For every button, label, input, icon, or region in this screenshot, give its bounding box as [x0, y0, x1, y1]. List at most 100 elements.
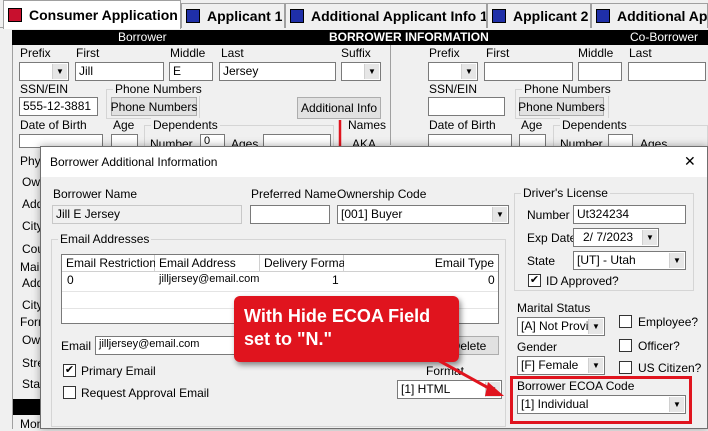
ssn-label: SSN/EIN — [20, 82, 69, 96]
dob-label: Date of Birth — [20, 118, 87, 132]
last-name-label: Last — [221, 46, 244, 60]
dl-state-select[interactable]: [UT] - Utah ▼ — [573, 251, 686, 270]
row-divider — [62, 291, 498, 292]
cob-last-name-label: Last — [629, 46, 652, 60]
middle-name-label: Middle — [170, 46, 206, 60]
email-group-label: Email Addresses — [58, 232, 152, 246]
email-type-cell: 0 — [488, 273, 495, 287]
email-column-header[interactable]: Email Restriction — [62, 255, 156, 272]
tab-label: Additional Applicant Info 1 — [311, 8, 487, 24]
phone-numbers-button[interactable]: Phone Numbers — [111, 97, 197, 116]
cob-middle-name-label: Middle — [578, 46, 614, 60]
dialog-title-bar: Borrower Additional Information ✕ — [41, 147, 707, 177]
marital-status-value: [A] Not Provid — [521, 319, 596, 333]
cob-prefix-select[interactable]: ▼ — [428, 62, 478, 81]
email-restriction-cell: 0 — [67, 273, 74, 287]
chevron-down-icon: ▼ — [364, 64, 379, 79]
id-approved-checkbox[interactable]: ✔ — [528, 274, 541, 287]
tab-additional-applicant-info-1[interactable]: Additional Applicant Info 1 — [285, 3, 487, 28]
ecoa-code-select[interactable]: [1] Individual ▼ — [517, 395, 686, 414]
ssn-input[interactable]: 555-12-3881 — [19, 97, 98, 116]
tab-strip: Consumer Application Applicant 1 Additio… — [0, 0, 708, 29]
dl-exp-date-input[interactable]: 2/ 7/2023 ▼ — [573, 228, 659, 247]
email-column-header[interactable]: Delivery Format — [260, 255, 349, 272]
chevron-down-icon: ▼ — [669, 253, 684, 268]
ownership-code-select[interactable]: [001] Buyer ▼ — [337, 205, 509, 224]
cob-first-name-label: First — [486, 46, 510, 60]
delivery-format-cell: 1 — [332, 273, 339, 287]
tab-label: Consumer Application — [29, 7, 178, 23]
cob-phone-group-label: Phone Numbers — [522, 82, 613, 96]
cob-last-name-input[interactable] — [628, 62, 706, 81]
first-name-label: First — [76, 46, 100, 60]
dl-number-input[interactable]: Ut324234 — [573, 205, 686, 224]
cob-ssn-input[interactable] — [428, 97, 505, 116]
prefix-select[interactable]: ▼ — [19, 62, 69, 81]
last-name-input[interactable]: Jersey — [219, 62, 336, 81]
prefix-label: Prefix — [20, 46, 51, 60]
us-citizen-checkbox[interactable] — [619, 361, 632, 374]
cob-first-name-input[interactable] — [484, 62, 573, 81]
primary-email-checkbox[interactable]: ✔ — [63, 364, 76, 377]
drivers-license-label: Driver's License — [521, 186, 610, 200]
tab-label: Applicant 2 — [513, 8, 589, 24]
email-column-header[interactable]: Email Address — [155, 255, 260, 272]
borrower-information-header: Borrower BORROWER INFORMATION Co-Borrowe… — [12, 30, 708, 45]
black-bar — [13, 399, 40, 415]
cob-prefix-label: Prefix — [429, 46, 460, 60]
form-icon — [186, 9, 200, 23]
phone-group-label: Phone Numbers — [113, 82, 204, 96]
marital-status-select[interactable]: [A] Not Provid ▼ — [517, 317, 605, 336]
cob-middle-name-input[interactable] — [578, 62, 622, 81]
cob-ssn-label: SSN/EIN — [429, 82, 478, 96]
middle-name-input[interactable]: E — [169, 62, 213, 81]
ownership-code-label: Ownership Code — [337, 187, 427, 201]
dl-exp-date-label: Exp Date — [527, 231, 577, 245]
email-input[interactable]: jilljersey@email.com — [95, 336, 255, 355]
borrower-header-label: Borrower — [118, 30, 167, 44]
officer-checkbox[interactable] — [619, 339, 632, 352]
cob-age-label: Age — [521, 118, 543, 132]
gender-label: Gender — [517, 340, 558, 354]
callout-arrow — [435, 357, 504, 396]
annotation-callout: With Hide ECOA Field set to "N." — [234, 296, 459, 362]
tab-consumer-application[interactable]: Consumer Application — [3, 0, 181, 29]
tab-applicant-1[interactable]: Applicant 1 — [181, 3, 285, 28]
side-label: Mai — [20, 260, 40, 274]
chevron-down-icon: ▼ — [642, 230, 657, 245]
us-citizen-label: US Citizen? — [638, 361, 702, 375]
borrower-name-label: Borrower Name — [53, 187, 138, 201]
dependents-label: Dependents — [151, 118, 220, 132]
first-name-input[interactable]: Jill — [75, 62, 164, 81]
dl-state-value: [UT] - Utah — [577, 253, 636, 267]
gender-select[interactable]: [F] Female ▼ — [517, 356, 605, 375]
gender-value: [F] Female — [521, 358, 579, 372]
request-approval-checkbox[interactable] — [63, 386, 76, 399]
section-title: BORROWER INFORMATION — [329, 30, 489, 44]
tab-applicant-2[interactable]: Applicant 2 — [487, 3, 591, 28]
preferred-name-input[interactable] — [250, 205, 330, 224]
employee-checkbox[interactable] — [619, 315, 632, 328]
email-column-header[interactable]: Email Type — [344, 255, 498, 272]
close-icon[interactable]: ✕ — [684, 153, 696, 170]
dl-number-label: Number — [527, 208, 570, 222]
email-label: Email — [61, 339, 92, 353]
borrower-additional-info-dialog: Borrower Additional Information ✕ Borrow… — [40, 146, 708, 429]
dl-state-label: State — [527, 254, 556, 268]
tab-label: Additional Applicant Info 2 — [617, 8, 708, 24]
marital-status-label: Marital Status — [517, 301, 591, 315]
table-row[interactable]: 0 jilljersey@email.com 1 0 — [62, 273, 498, 290]
additional-info-button[interactable]: Additional Info — [297, 97, 381, 119]
chevron-down-icon: ▼ — [669, 397, 684, 412]
left-frame-line — [12, 45, 13, 429]
chevron-down-icon: ▼ — [588, 358, 603, 373]
cob-dependents-label: Dependents — [560, 118, 629, 132]
center-frame-line — [390, 45, 391, 145]
tab-additional-applicant-info-2[interactable]: Additional Applicant Info 2 — [591, 3, 708, 28]
employee-label: Employee? — [638, 315, 699, 329]
borrower-name-field: Jill E Jersey — [52, 205, 242, 224]
cob-phone-numbers-button[interactable]: Phone Numbers — [518, 97, 605, 116]
officer-label: Officer? — [638, 339, 680, 353]
email-address-cell: jilljersey@email.com — [159, 273, 260, 285]
suffix-select[interactable]: ▼ — [341, 62, 381, 81]
